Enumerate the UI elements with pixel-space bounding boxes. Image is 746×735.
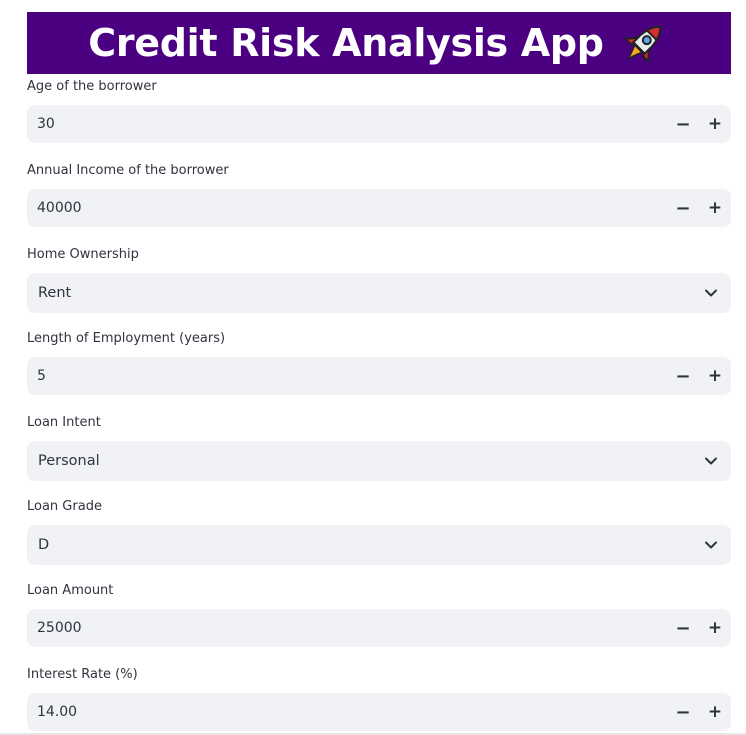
age-value[interactable]: 30 (27, 116, 667, 132)
age-label: Age of the borrower (27, 79, 157, 94)
loan-intent-label: Loan Intent (27, 415, 101, 430)
interest-rate-input[interactable]: 14.00 − + (27, 693, 731, 731)
page-title: Credit Risk Analysis App (88, 21, 604, 65)
employment-input[interactable]: 5 − + (27, 357, 731, 395)
age-decrement-button[interactable]: − (667, 105, 699, 143)
loan-intent-select[interactable]: Personal (27, 441, 731, 481)
income-value[interactable]: 40000 (27, 200, 667, 216)
home-ownership-label: Home Ownership (27, 247, 139, 262)
age-input[interactable]: 30 − + (27, 105, 731, 143)
interest-rate-increment-button[interactable]: + (699, 693, 731, 731)
loan-grade-label: Loan Grade (27, 499, 102, 514)
loan-grade-field: Loan Grade D (27, 498, 731, 565)
loan-amount-value[interactable]: 25000 (27, 620, 667, 636)
loan-amount-label: Loan Amount (27, 583, 114, 598)
home-ownership-field: Home Ownership Rent (27, 246, 731, 313)
age-increment-button[interactable]: + (699, 105, 731, 143)
home-ownership-select[interactable]: Rent (27, 273, 731, 313)
income-input[interactable]: 40000 − + (27, 189, 731, 227)
employment-decrement-button[interactable]: − (667, 357, 699, 395)
income-label: Annual Income of the borrower (27, 163, 229, 178)
age-field: Age of the borrower 30 − + (27, 78, 731, 143)
interest-rate-field: Interest Rate (%) 14.00 − + (27, 666, 731, 731)
employment-label: Length of Employment (years) (27, 331, 226, 346)
loan-amount-increment-button[interactable]: + (699, 609, 731, 647)
loan-amount-input[interactable]: 25000 − + (27, 609, 731, 647)
income-decrement-button[interactable]: − (667, 189, 699, 227)
loan-grade-value[interactable]: D (27, 537, 691, 553)
employment-value[interactable]: 5 (27, 368, 667, 384)
rocket-icon (623, 25, 661, 64)
chevron-down-icon[interactable] (691, 441, 731, 481)
loan-amount-decrement-button[interactable]: − (667, 609, 699, 647)
loan-intent-value[interactable]: Personal (27, 453, 691, 469)
income-increment-button[interactable]: + (699, 189, 731, 227)
home-ownership-value[interactable]: Rent (27, 285, 691, 301)
loan-amount-field: Loan Amount 25000 − + (27, 582, 731, 647)
chevron-down-icon[interactable] (691, 525, 731, 565)
chevron-down-icon[interactable] (691, 273, 731, 313)
title-banner: Credit Risk Analysis App (27, 12, 731, 74)
income-field: Annual Income of the borrower 40000 − + (27, 162, 731, 227)
employment-increment-button[interactable]: + (699, 357, 731, 395)
loan-intent-field: Loan Intent Personal (27, 414, 731, 481)
interest-rate-label: Interest Rate (%) (27, 667, 138, 682)
interest-rate-decrement-button[interactable]: − (667, 693, 699, 731)
loan-grade-select[interactable]: D (27, 525, 731, 565)
interest-rate-value[interactable]: 14.00 (27, 704, 667, 720)
employment-field: Length of Employment (years) 5 − + (27, 330, 731, 395)
